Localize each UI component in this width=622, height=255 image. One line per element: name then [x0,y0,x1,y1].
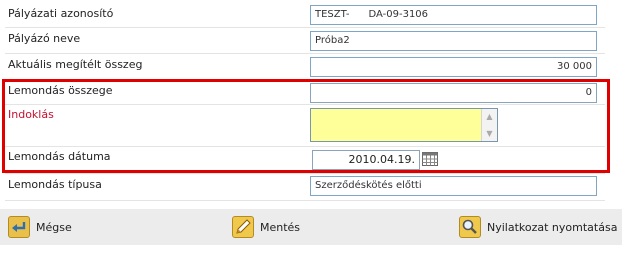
print-label: Nyilatkozat nyomtatása [487,220,618,234]
lemondas-tipusa-field: Szerződéskötés előtti [310,176,597,196]
back-arrow-icon [8,216,30,238]
label-lemondas-tipusa: Lemondás típusa [8,178,102,191]
label-aktualis-megitelt-osszeg: Aktuális megítélt összeg [8,58,143,71]
save-label: Mentés [260,220,301,234]
scroll-down-icon[interactable]: ▼ [482,126,497,141]
label-palyazo-neve: Pályázó neve [8,32,81,45]
row-separator [5,79,605,80]
row-separator [5,53,605,54]
palyazo-neve-field: Próba2 [310,31,597,51]
label-indoklas: Indoklás [8,108,54,121]
pencil-icon [232,216,254,238]
textarea-scrollbar[interactable]: ▲ ▼ [481,109,497,141]
save-button[interactable]: Mentés [232,215,300,239]
action-toolbar: Mégse Mentés Nyilatkozat nyomtatása [0,209,622,245]
label-palyazati-azonosito: Pályázati azonosító [8,7,114,20]
magnifier-icon [459,216,481,238]
lemondas-osszege-input[interactable]: 0 [310,83,597,103]
row-separator [5,104,605,105]
scroll-up-icon[interactable]: ▲ [482,109,497,124]
indoklas-textarea[interactable]: ▲ ▼ [310,108,498,142]
print-statement-button[interactable]: Nyilatkozat nyomtatása [459,215,617,239]
label-lemondas-datuma: Lemondás dátuma [8,150,111,163]
cancel-label: Mégse [36,220,72,234]
aktualis-osszeg-field: 30 000 [310,57,597,77]
calendar-icon[interactable] [422,152,438,166]
row-separator [5,146,605,147]
row-separator [5,200,605,201]
cancel-button[interactable]: Mégse [8,215,72,239]
label-lemondas-osszege: Lemondás összege [8,84,113,97]
row-separator [5,27,605,28]
row-separator [5,173,605,174]
lemondas-datuma-input[interactable]: 2010.04.19. [312,150,420,170]
palyazati-azonosito-field: TESZT- DA-09-3106 [310,5,597,25]
